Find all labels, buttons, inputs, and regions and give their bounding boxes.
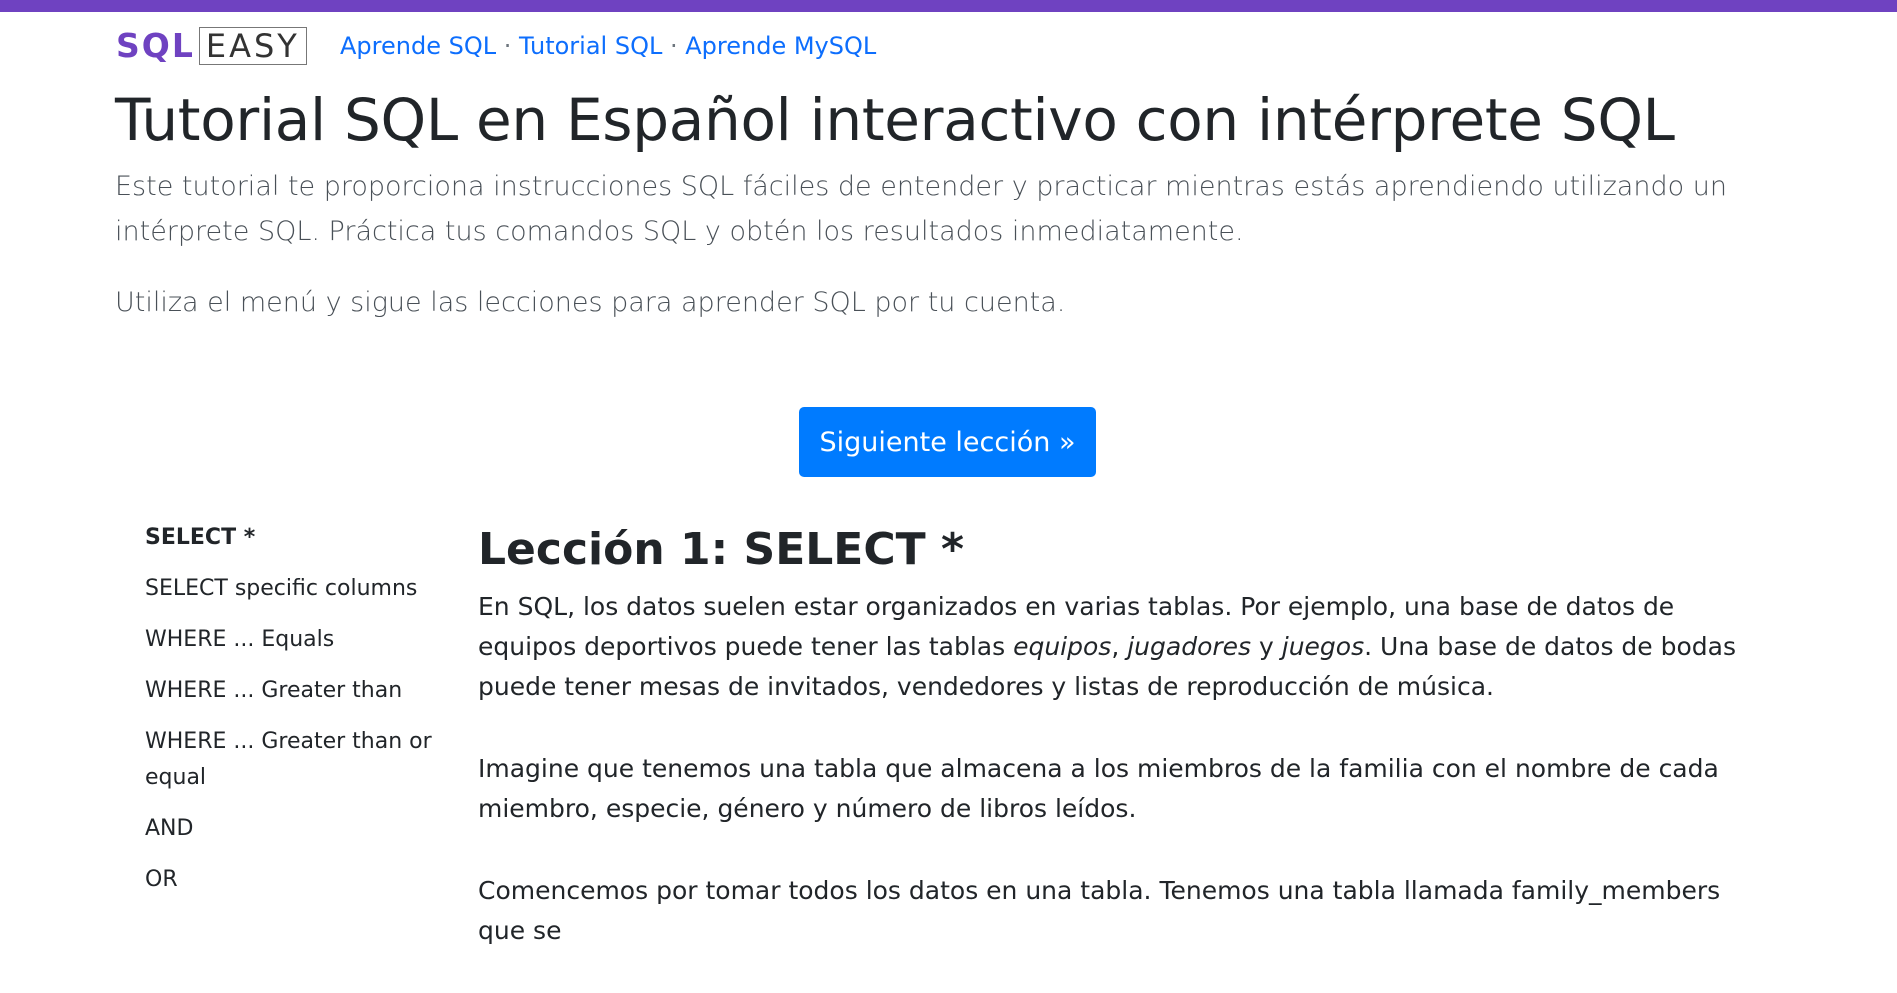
intro-instructions: Utiliza el menú y sigue las lecciones pa…: [115, 287, 1066, 318]
nav-separator: ·: [496, 32, 519, 60]
lesson-content: En SQL, los datos suelen estar organizad…: [478, 587, 1758, 993]
table-name-juegos: juegos: [1281, 632, 1365, 661]
nav-link-aprende-mysql[interactable]: Aprende MySQL: [685, 32, 876, 60]
sidebar-item-where-equals[interactable]: WHERE ... Equals: [145, 622, 445, 658]
logo-sql-text: SQL: [116, 26, 195, 65]
sidebar-item-and[interactable]: AND: [145, 811, 445, 847]
logo-easy-text: EASY: [198, 27, 307, 65]
sidebar-item-where-greater[interactable]: WHERE ... Greater than: [145, 673, 445, 709]
lesson-text: y: [1251, 632, 1282, 661]
next-lesson-button[interactable]: Siguiente lección »: [799, 407, 1096, 477]
lesson-paragraph: En SQL, los datos suelen estar organizad…: [478, 587, 1758, 707]
nav-link-tutorial-sql[interactable]: Tutorial SQL: [519, 32, 662, 60]
site-logo[interactable]: SQL EASY: [116, 26, 307, 66]
lesson-paragraph: Imagine que tenemos una tabla que almace…: [478, 754, 1719, 823]
nav-link-aprende-sql[interactable]: Aprende SQL: [340, 32, 496, 60]
top-nav: Aprende SQL · Tutorial SQL · Aprende MyS…: [340, 30, 876, 62]
sidebar-item-or[interactable]: OR: [145, 862, 445, 898]
page-title: Tutorial SQL en Español interactivo con …: [115, 86, 1675, 154]
nav-separator: ·: [662, 32, 686, 60]
sidebar-item-where-greater-equal[interactable]: WHERE ... Greater than or equal: [145, 724, 445, 796]
lesson-title: Lección 1: SELECT *: [478, 524, 964, 575]
lesson-sidebar: SELECT * SELECT specific columns WHERE .…: [145, 520, 445, 913]
top-accent-bar: [0, 0, 1897, 12]
sidebar-item-select-columns[interactable]: SELECT specific columns: [145, 571, 445, 607]
sidebar-item-select-all[interactable]: SELECT *: [145, 520, 445, 556]
lesson-paragraph: Comencemos por tomar todos los datos en …: [478, 876, 1721, 945]
intro-paragraph: Este tutorial te proporciona instruccion…: [115, 171, 1727, 247]
table-name-equipos: equipos: [1013, 632, 1112, 661]
lesson-text: ,: [1111, 632, 1128, 661]
table-name-jugadores: jugadores: [1127, 632, 1252, 661]
